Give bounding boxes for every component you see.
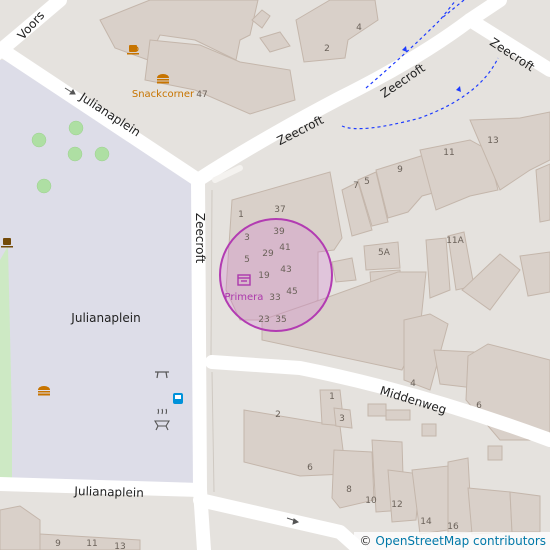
house-number: 3 [244,233,250,243]
house-number: 4 [356,23,362,33]
house-number: 29 [262,249,274,259]
house-number: 10 [365,496,377,506]
house-number: 6 [307,463,313,473]
map-canvas[interactable]: Voors Julianaplein Julianaplein Zeecroft… [0,0,550,550]
building [425,237,451,299]
house-number: 11 [443,148,454,158]
house-number: 43 [280,265,291,275]
building [467,487,513,535]
house-number: 4 [410,379,416,389]
tree [67,146,83,162]
place-label-park: Julianaplein [70,311,140,325]
house-number: 13 [114,542,125,550]
house-number: 5 [244,255,250,265]
building [385,409,411,421]
openstreetmap-link[interactable]: OpenStreetMap contributors [375,534,546,548]
house-number: 23 [258,315,269,325]
house-number: 2 [275,410,281,420]
tree [31,132,47,148]
house-number: 33 [269,293,280,303]
house-number: 5A [378,248,391,258]
house-number: 13 [487,136,498,146]
house-number: 11 [86,539,97,549]
house-number: 19 [258,271,270,281]
house-number: 2 [324,44,330,54]
tree [36,178,52,194]
house-number: 16 [447,522,459,532]
house-number: 45 [286,287,297,297]
poi-label-snackcorner: Snackcorner [132,89,195,100]
building [367,403,387,417]
house-number: 14 [420,517,432,527]
house-number: 8 [346,485,352,495]
house-number: 11A [446,236,464,246]
house-number: 37 [274,205,285,215]
house-number: 39 [273,227,285,237]
house-number: 41 [279,243,290,253]
house-number: 5 [364,177,370,187]
house-number: 9 [55,539,61,549]
building [331,257,357,283]
street-label-zeecroft-west: Zeecroft [193,213,207,264]
house-number: 1 [238,210,244,220]
building [487,445,503,461]
map-attribution: © OpenStreetMap contributors [353,532,550,550]
house-number: 6 [476,401,482,411]
house-number: 7 [353,181,359,191]
house-number: 3 [339,414,345,424]
tree [94,146,110,162]
bus-stop-icon[interactable] [173,393,183,404]
tree [68,120,84,136]
building [421,423,437,437]
house-number: 35 [275,315,286,325]
poi-label-primera: Primera [225,292,264,303]
street-label-julianaplein-south: Julianaplein [73,484,144,500]
house-number: 12 [391,500,402,510]
building [509,491,541,533]
house-number: 1 [329,392,335,402]
copyright-symbol: © [359,534,372,548]
house-number: 47 [196,90,207,100]
house-number: 9 [397,165,403,175]
